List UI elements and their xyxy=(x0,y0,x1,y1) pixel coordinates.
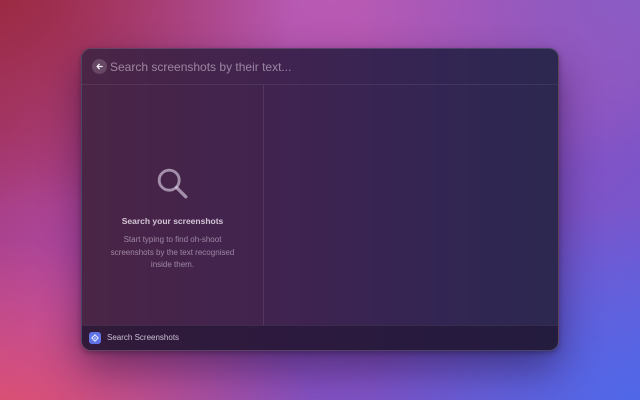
magnifying-glass-icon xyxy=(157,168,187,199)
footer-command-label: Search Screenshots xyxy=(107,333,180,342)
preview-pane xyxy=(264,85,558,326)
search-screenshots-window: Search your screenshots Start typing to … xyxy=(81,48,559,351)
gear-icon xyxy=(89,332,101,344)
arrow-left-icon xyxy=(96,63,103,70)
empty-state: Search your screenshots Start typing to … xyxy=(82,165,263,272)
results-pane: Search your screenshots Start typing to … xyxy=(82,85,264,326)
back-button[interactable] xyxy=(92,59,107,74)
empty-state-description: Start typing to find oh-shoot screenshot… xyxy=(110,235,235,269)
search-input[interactable] xyxy=(110,57,530,77)
empty-state-title: Search your screenshots xyxy=(121,216,224,226)
search-bar xyxy=(82,49,558,85)
footer-bar: Search Screenshots xyxy=(82,325,558,350)
